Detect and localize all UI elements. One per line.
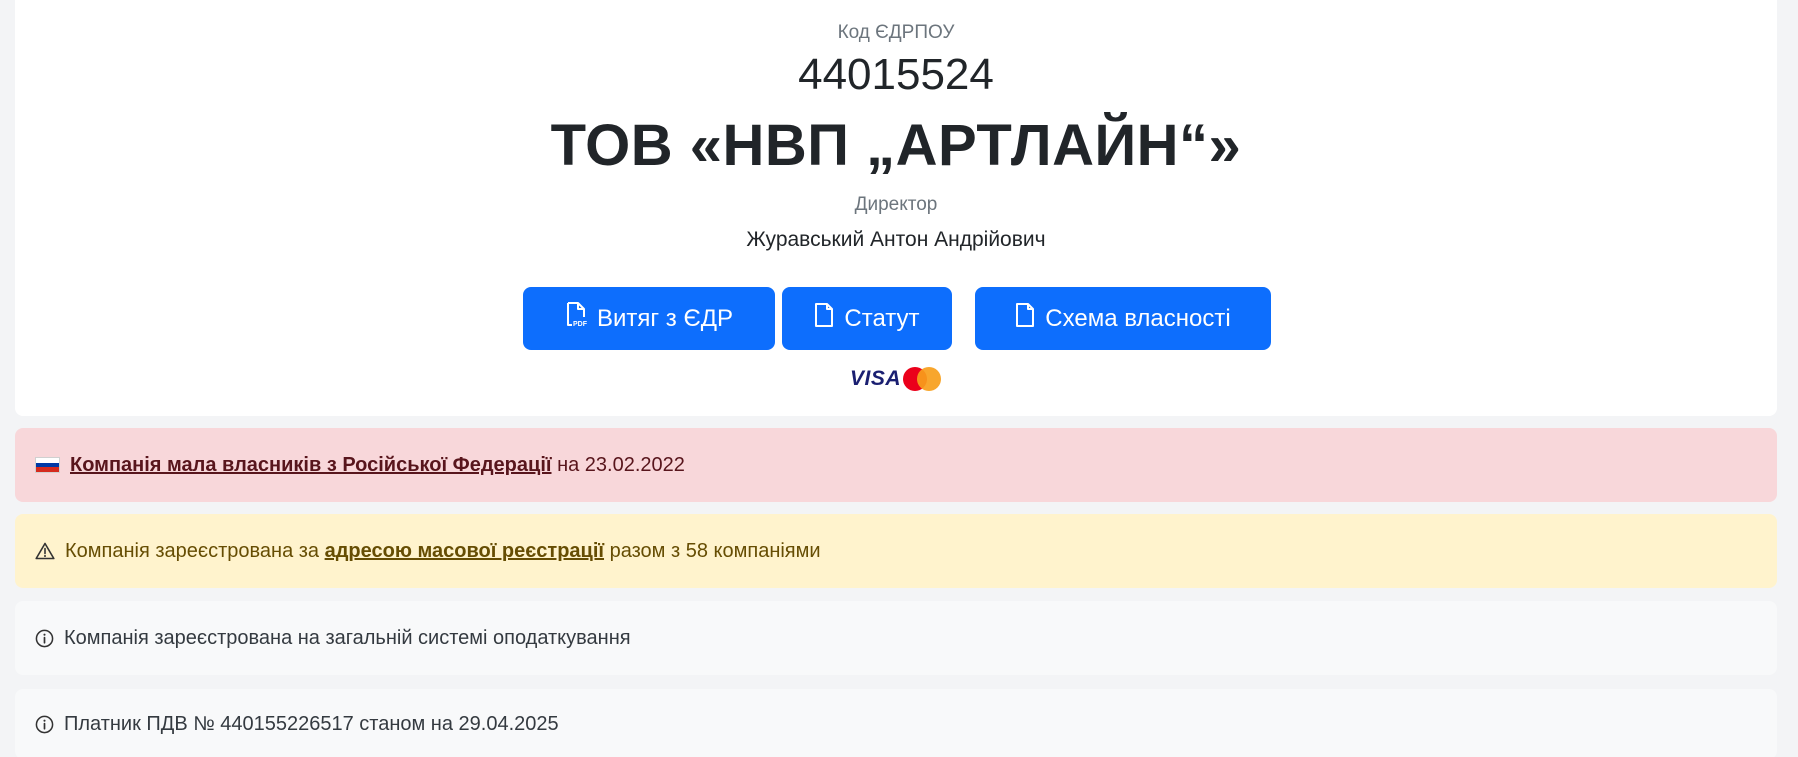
tax-system-alert: Компанія зареєстрована на загальній сист…: [15, 601, 1777, 675]
info-circle-icon: [35, 629, 54, 648]
ownership-scheme-button[interactable]: Схема власності: [975, 287, 1271, 350]
file-icon: [814, 303, 834, 334]
mass-registration-link[interactable]: адресою масової реєстрації: [325, 540, 604, 563]
edrpou-code-label: Код ЄДРПОУ: [837, 22, 955, 43]
russia-flag-icon: [35, 457, 60, 473]
statute-label: Статут: [844, 304, 920, 332]
file-icon: [1015, 303, 1035, 334]
russian-owners-link[interactable]: Компанія мала власників з Російської Фед…: [70, 454, 552, 477]
mass-registration-suffix: разом з 58 компаніями: [609, 539, 821, 562]
edrpou-code-value: 44015524: [798, 50, 994, 99]
vat-payer-text: Платник ПДВ № 440155226517 станом на 29.…: [64, 712, 559, 735]
company-name: ТОВ «НВП „АРТЛАЙН“»: [550, 113, 1242, 178]
tax-system-text: Компанія зареєстрована на загальній сист…: [64, 626, 631, 649]
edr-extract-button[interactable]: PDF Витяг з ЄДР: [523, 287, 775, 350]
director-role-label: Директор: [854, 194, 938, 215]
edr-extract-label: Витяг з ЄДР: [596, 304, 733, 332]
vat-payer-alert: Платник ПДВ № 440155226517 станом на 29.…: [15, 689, 1777, 757]
mass-registration-alert: Компанія зареєстрована за адресою масово…: [15, 514, 1777, 588]
info-circle-icon: [35, 715, 54, 734]
russian-owners-date: на 23.02.2022: [557, 453, 685, 476]
mastercard-logo: [903, 367, 942, 391]
ownership-scheme-label: Схема власності: [1045, 304, 1231, 332]
visa-logo: VISA: [850, 367, 902, 390]
warning-triangle-icon: [35, 542, 55, 560]
payment-methods: VISA: [850, 366, 942, 392]
mass-registration-prefix: Компанія зареєстрована за: [65, 539, 320, 562]
pdf-file-icon: PDF: [565, 302, 588, 335]
statute-button[interactable]: Статут: [782, 287, 952, 350]
svg-text:PDF: PDF: [573, 321, 587, 328]
company-header-card: Код ЄДРПОУ 44015524 ТОВ «НВП „АРТЛАЙН“» …: [15, 0, 1777, 416]
director-name: Журавський Антон Андрійович: [746, 228, 1046, 251]
russian-owners-alert: Компанія мала власників з Російської Фед…: [15, 428, 1777, 502]
